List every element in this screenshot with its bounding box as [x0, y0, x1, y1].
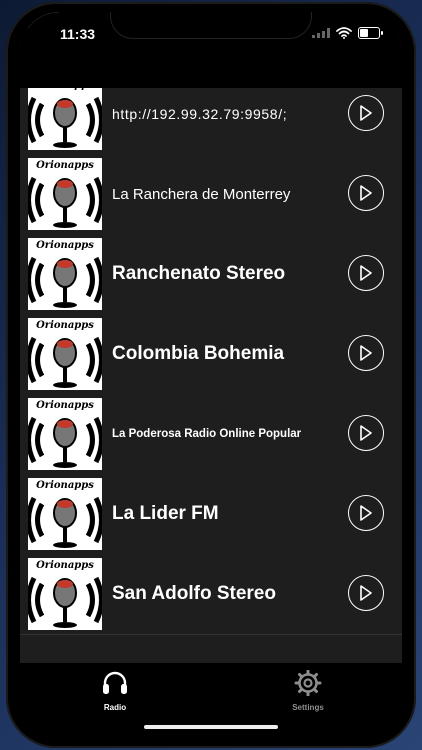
- microphone-logo-icon: [28, 496, 102, 548]
- station-title: La Lider FM: [112, 503, 219, 524]
- play-button[interactable]: [348, 495, 384, 531]
- microphone-logo-icon: [28, 576, 102, 628]
- microphone-logo-icon: [28, 176, 102, 228]
- station-row[interactable]: Orionapps La Lider FM: [20, 474, 402, 555]
- headphones-icon: [103, 671, 127, 694]
- tab-radio-label: Radio: [103, 703, 127, 712]
- play-icon: [360, 185, 372, 201]
- phone-frame: 11:33 http://192.99.32.79:9958/; Orionap…: [6, 2, 416, 748]
- play-icon: [360, 425, 372, 441]
- station-thumbnail: Orionapps: [28, 318, 102, 390]
- app-screen: 11:33 http://192.99.32.79:9958/; Orionap…: [20, 12, 402, 739]
- station-thumbnail: Orionapps: [28, 78, 102, 150]
- station-title: San Adolfo Stereo: [112, 583, 276, 604]
- station-row[interactable]: Orionapps San Adolfo Stereo: [20, 554, 402, 635]
- battery-icon: [358, 27, 383, 39]
- play-button[interactable]: [348, 415, 384, 451]
- status-icons: [312, 27, 383, 39]
- microphone-logo-icon: [28, 256, 102, 308]
- gear-icon: [294, 669, 322, 697]
- play-icon: [360, 585, 372, 601]
- station-title: La Poderosa Radio Online Popular: [112, 428, 302, 440]
- play-icon: [360, 105, 372, 121]
- play-button[interactable]: [348, 95, 384, 131]
- play-button[interactable]: [348, 175, 384, 211]
- play-icon: [360, 505, 372, 521]
- station-title: Colombia Bohemia: [112, 343, 285, 364]
- notch: [111, 12, 311, 38]
- play-button[interactable]: [348, 255, 384, 291]
- station-thumbnail: Orionapps: [28, 398, 102, 470]
- station-row[interactable]: Orionapps La Ranchera de Monterrey: [20, 154, 402, 235]
- station-thumbnail: Orionapps: [28, 238, 102, 310]
- play-button[interactable]: [348, 575, 384, 611]
- station-thumbnail: Orionapps: [28, 558, 102, 630]
- status-time: 11:33: [60, 26, 96, 42]
- play-icon: [360, 265, 372, 281]
- station-thumbnail: Orionapps: [28, 478, 102, 550]
- tab-settings[interactable]: Settings: [268, 669, 348, 712]
- home-indicator: [144, 725, 278, 729]
- station-row[interactable]: Orionapps Ranchenato Stereo: [20, 234, 402, 315]
- play-icon: [360, 345, 372, 361]
- station-title: La Ranchera de Monterrey: [112, 185, 291, 203]
- station-thumbnail: Orionapps: [28, 158, 102, 230]
- wifi-icon: [336, 27, 352, 39]
- microphone-logo-icon: [28, 416, 102, 468]
- cellular-signal-icon: [312, 28, 330, 38]
- tab-radio[interactable]: Radio: [75, 670, 155, 712]
- station-title: Ranchenato Stereo: [112, 263, 286, 284]
- tab-bar: Radio Settings: [20, 663, 402, 739]
- microphone-logo-icon: [28, 336, 102, 388]
- tab-settings-label: Settings: [292, 703, 324, 712]
- station-row[interactable]: Orionapps Colombia Bohemia: [20, 314, 402, 395]
- play-button[interactable]: [348, 335, 384, 371]
- station-row[interactable]: Orionapps La Poderosa Radio Online Popul…: [20, 394, 402, 475]
- microphone-logo-icon: [28, 96, 102, 148]
- status-bar: 11:33: [20, 12, 402, 88]
